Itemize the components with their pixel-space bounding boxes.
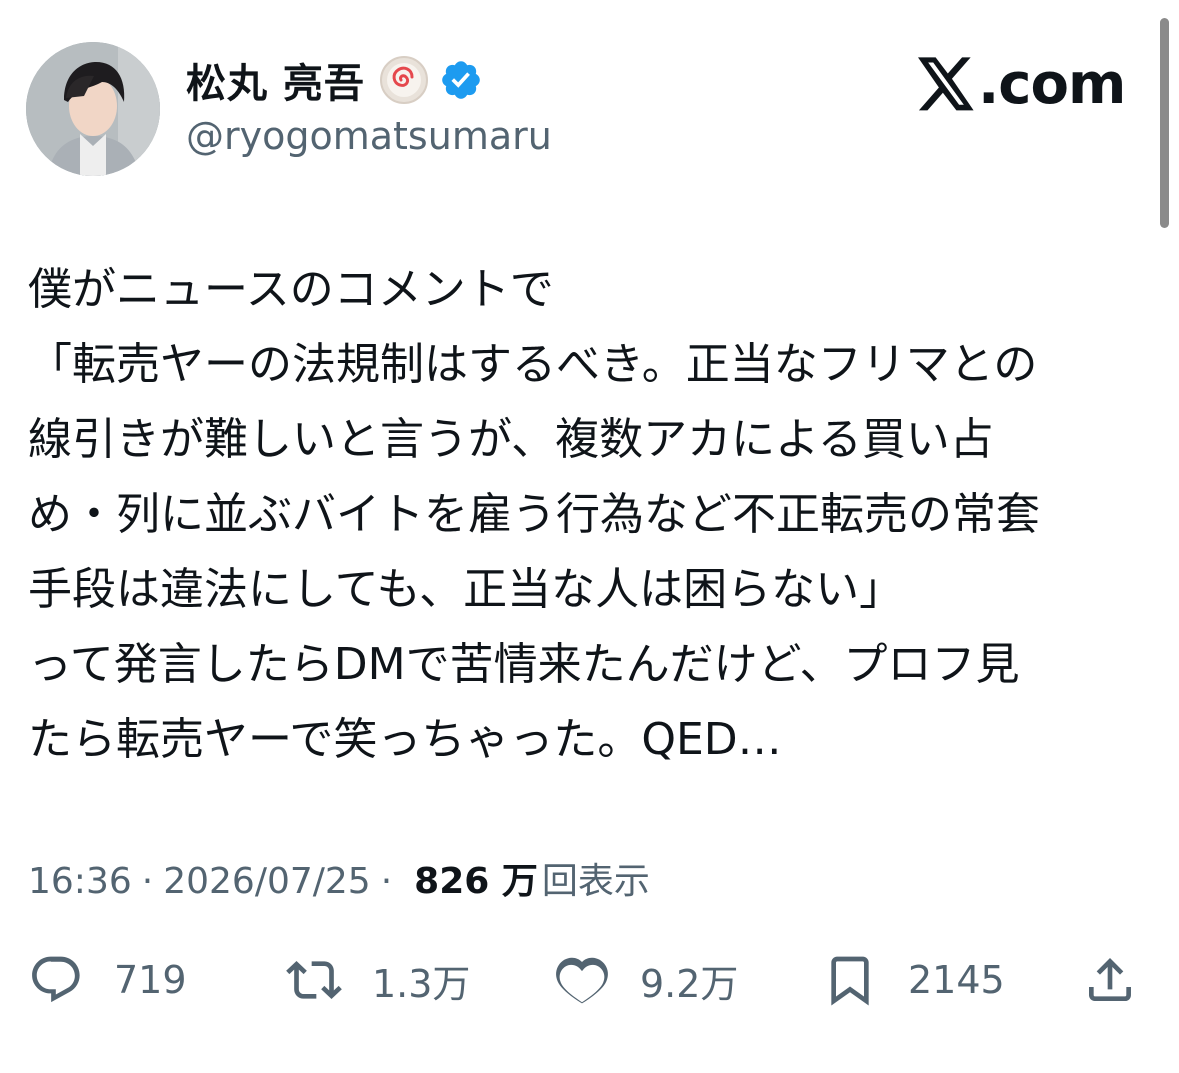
like-button[interactable]: 9.2万 [554,950,738,1010]
meta-separator: · [380,861,393,902]
bookmark-button[interactable]: 2145 [822,950,1005,1010]
tweet-date[interactable]: 2026/07/25 [163,861,371,902]
share-icon [1089,958,1131,1001]
site-text: .com [978,51,1126,117]
bookmark-count: 2145 [908,958,1005,1002]
scrollbar[interactable] [1160,18,1169,228]
like-icon [556,957,608,1004]
verified-badge-icon[interactable] [439,58,483,102]
tweet-line: たら転売ヤーで笑っちゃった。QED… [28,714,782,765]
tweet-meta: 16:36 · 2026/07/25 · 826 万 回表示 [28,852,650,904]
view-label: 回表示 [541,861,650,902]
tweet-time[interactable]: 16:36 [28,861,132,902]
retweet-button[interactable]: 1.3万 [286,950,470,1010]
reply-button[interactable]: 719 [28,950,187,1010]
tweet-line: 「転売ヤーの法規制はするべき。正当なフリマとの [28,339,1038,390]
reply-icon [32,956,80,1003]
avatar[interactable] [26,42,160,176]
share-button[interactable] [1082,950,1138,1010]
display-name[interactable]: 松丸 亮吾 [186,51,365,109]
tweet-line: 線引きが難しいと言うが、複数アカによる買い占 [28,414,994,465]
view-count[interactable]: 826 万 [414,852,538,904]
handle[interactable]: @ryogomatsumaru [186,114,552,158]
tweet-line: 僕がニュースのコメントで [28,264,554,315]
tweet-line: め・列に並ぶバイトを雇う行為など不正転売の常套 [28,489,1040,540]
site-watermark: .com [918,51,1126,117]
action-bar: 719 1.3万 9.2万 2145 [28,950,1148,1010]
reply-count: 719 [114,958,187,1002]
retweet-icon [286,961,342,999]
affiliate-badge-icon[interactable] [379,55,429,105]
tweet-line: 手段は違法にしても、正当な人は困らない」 [28,564,904,615]
bookmark-icon [831,956,869,1006]
x-logo-icon [918,57,974,111]
meta-separator: · [141,861,154,902]
tweet-text: 僕がニュースのコメントで 「転売ヤーの法規制はするべき。正当なフリマとの 線引き… [28,252,1138,777]
tweet-line: って発言したらDMで苦情来たんだけど、プロフ見 [28,639,1020,690]
author-name-row: 松丸 亮吾 [186,51,483,109]
like-count: 9.2万 [640,961,739,1006]
retweet-count: 1.3万 [372,961,471,1006]
